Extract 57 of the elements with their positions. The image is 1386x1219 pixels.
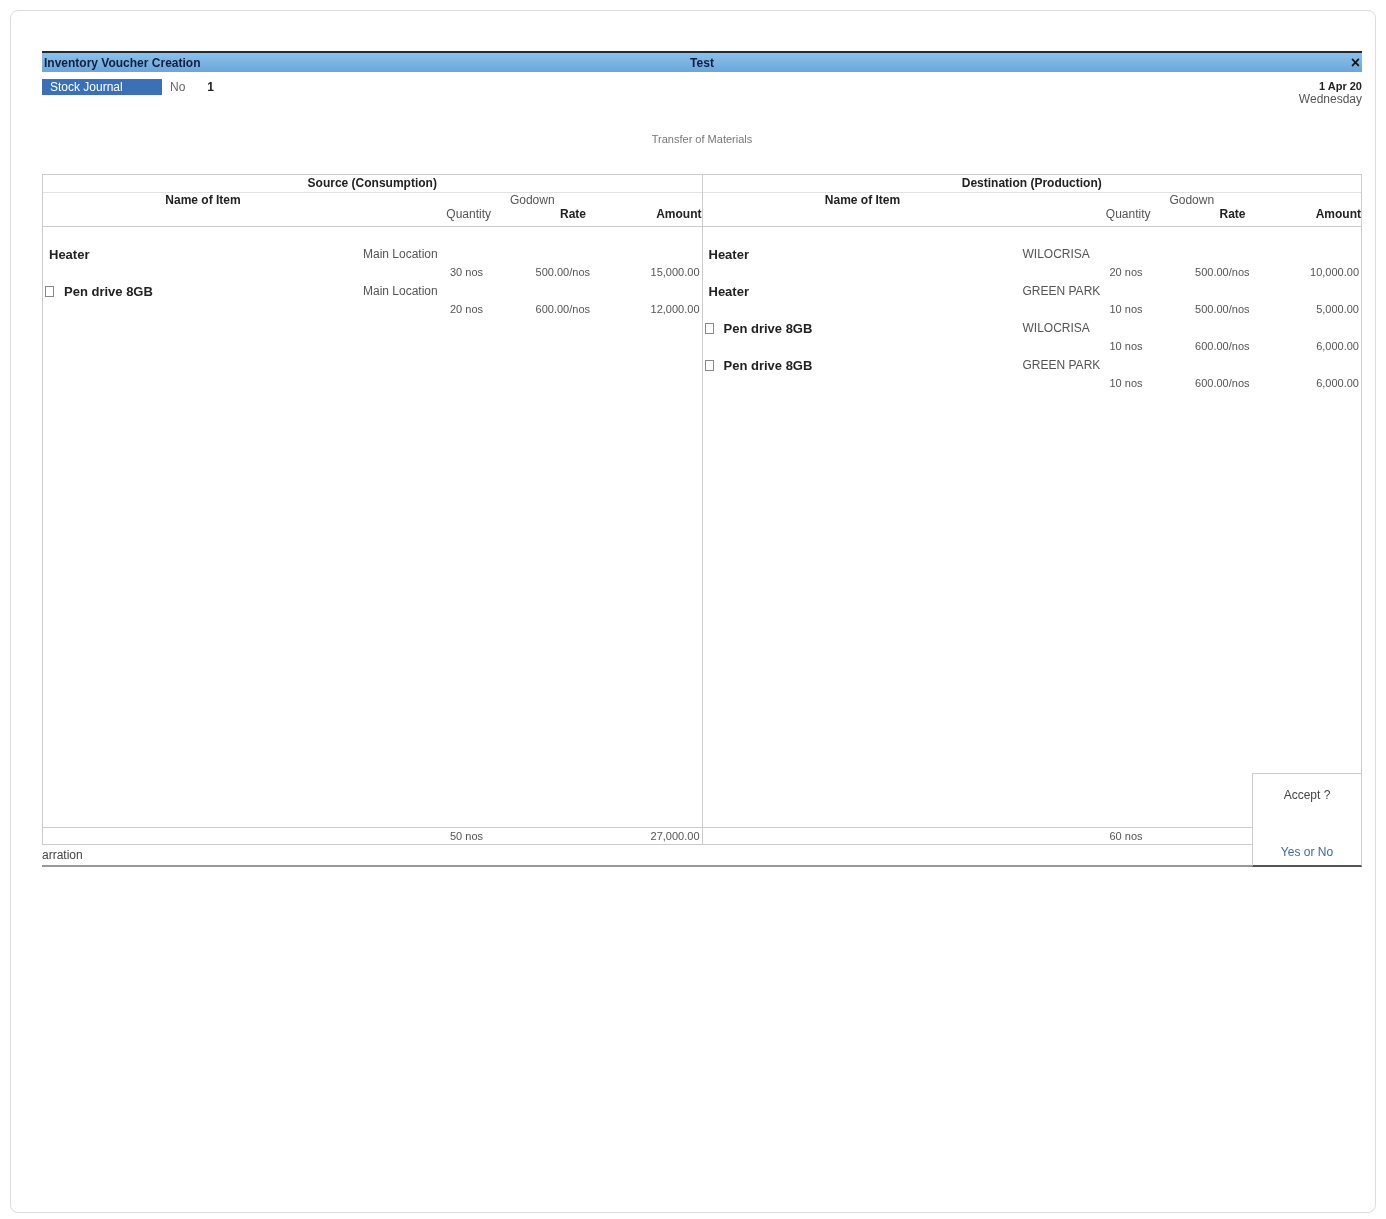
item-name[interactable]: Pen drive 8GB bbox=[723, 357, 813, 373]
column-header: Quantity bbox=[445, 207, 492, 221]
amount-cell-text: 6,000.00 bbox=[1315, 339, 1360, 354]
amount-cell-text: 10,000.00 bbox=[1309, 265, 1360, 280]
total-amount: 27,000.00 bbox=[649, 829, 701, 844]
quantity-cell-text: 10 nos bbox=[1108, 302, 1144, 317]
column-header: Name of Item bbox=[164, 193, 242, 207]
amount-cell-text: 6,000.00 bbox=[1315, 376, 1360, 391]
column-header: Rate bbox=[1218, 207, 1247, 221]
godown-name: Main Location bbox=[363, 283, 439, 300]
voucher-day: Wednesday bbox=[1298, 92, 1362, 106]
godown-name: GREEN PARK bbox=[1022, 283, 1102, 300]
rate-cell-text: 600.00/nos bbox=[534, 302, 591, 317]
yes-no-prompt[interactable]: Yes or No bbox=[1280, 845, 1334, 859]
amount-cell-text: 12,000.00 bbox=[649, 302, 701, 317]
section-title: Destination (Production) bbox=[961, 176, 1102, 190]
rate-cell-text: 500.00/nos bbox=[1194, 265, 1251, 280]
quantity-cell-text: 20 nos bbox=[1108, 265, 1144, 280]
close-button[interactable]: × bbox=[1348, 54, 1362, 71]
voucher-class: Transfer of Materials bbox=[651, 133, 753, 145]
column-header: Quantity bbox=[1104, 207, 1152, 221]
voucher-number: 1 bbox=[207, 80, 215, 94]
column-header: Rate bbox=[559, 207, 587, 221]
voucher-type: Stock Journal bbox=[42, 79, 162, 95]
total-quantity: 50 nos bbox=[448, 829, 484, 844]
accept-prompt: Accept ? bbox=[1283, 788, 1331, 802]
godown-name: GREEN PARK bbox=[1022, 357, 1102, 374]
section-title: Source (Consumption) bbox=[307, 176, 437, 190]
quantity-cell-text: 10 nos bbox=[1108, 376, 1144, 391]
rate-cell-text: 600.00/nos bbox=[1194, 339, 1251, 354]
quantity-cell-text: 20 nos bbox=[448, 302, 484, 317]
column-header: Name of Item bbox=[823, 193, 902, 207]
item-name[interactable]: Heater bbox=[49, 246, 90, 262]
rate-cell-text: 600.00/nos bbox=[1194, 376, 1251, 391]
item-name[interactable]: Pen drive 8GB bbox=[723, 320, 813, 336]
column-header: Godown bbox=[1168, 193, 1216, 207]
amount-cell-text: 5,000.00 bbox=[1315, 302, 1360, 317]
item-name[interactable]: Heater bbox=[708, 246, 749, 262]
item-name[interactable]: Heater bbox=[708, 283, 749, 299]
quantity-cell-text: 10 nos bbox=[1108, 339, 1144, 354]
column-header: Godown bbox=[508, 193, 556, 207]
number-label: No bbox=[170, 80, 186, 94]
window-title: Inventory Voucher Creation bbox=[43, 55, 201, 70]
quantity-cell-text: 30 nos bbox=[448, 265, 484, 280]
godown-name: WILOCRISA bbox=[1022, 246, 1091, 263]
godown-name: Main Location bbox=[363, 246, 439, 263]
column-header: Amount bbox=[655, 207, 702, 221]
company-name: Test bbox=[690, 55, 714, 70]
rate-cell-text: 500.00/nos bbox=[534, 265, 591, 280]
godown-name: WILOCRISA bbox=[1022, 320, 1091, 337]
rate-cell-text: 500.00/nos bbox=[1194, 302, 1251, 317]
amount-cell-text: 15,000.00 bbox=[649, 265, 701, 280]
narration-label: arration bbox=[42, 848, 83, 862]
total-quantity: 60 nos bbox=[1108, 829, 1144, 844]
column-header: Amount bbox=[1314, 207, 1361, 221]
voucher-date: 1 Apr 20 bbox=[1319, 80, 1362, 92]
item-name[interactable]: Pen drive 8GB bbox=[64, 283, 153, 299]
